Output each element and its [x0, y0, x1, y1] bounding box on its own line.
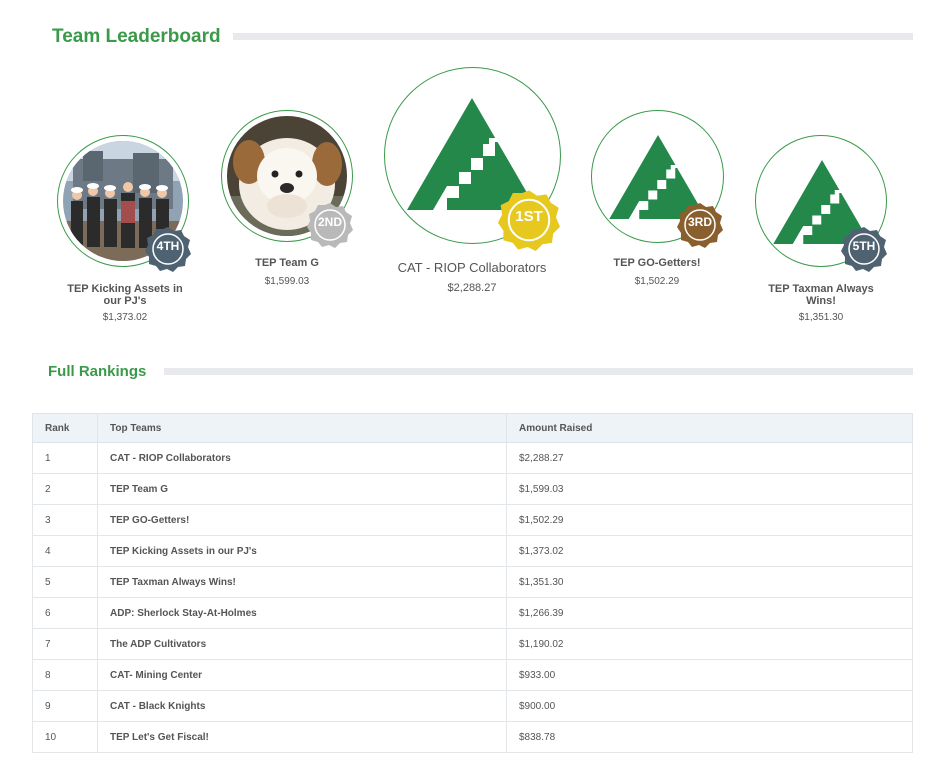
rank-cell: 5: [32, 566, 98, 598]
amount-cell: $1,373.02: [506, 535, 913, 567]
team-name-5th[interactable]: TEP Taxman Always Wins!: [758, 283, 884, 307]
team-name-2nd[interactable]: TEP Team G: [224, 257, 350, 269]
team-cell[interactable]: The ADP Cultivators: [97, 628, 507, 660]
amount-cell: $1,190.02: [506, 628, 913, 660]
team-name-4th[interactable]: TEP Kicking Assets in our PJ's: [62, 283, 188, 307]
rank-cell: 4: [32, 535, 98, 567]
team-name-1st[interactable]: CAT - RIOP Collaborators: [372, 261, 572, 274]
rank-cell: 3: [32, 504, 98, 536]
table-row[interactable]: 3 TEP GO-Getters! $1,502.29: [32, 504, 913, 536]
amount-cell: $900.00: [506, 690, 913, 722]
table-row[interactable]: 7 The ADP Cultivators $1,190.02: [32, 628, 913, 660]
rankings-header-row: Rank Top Teams Amount Raised: [32, 413, 913, 443]
table-row[interactable]: 2 TEP Team G $1,599.03: [32, 473, 913, 505]
rank-badge-4th-label: 4TH: [156, 239, 180, 253]
rank-badge-1st-label: 1ST: [515, 208, 543, 225]
amount-column-header[interactable]: Amount Raised: [506, 413, 913, 443]
table-row[interactable]: 6 ADP: Sherlock Stay-At-Holmes $1,266.39: [32, 597, 913, 629]
table-row[interactable]: 10 TEP Let's Get Fiscal! $838.78: [32, 721, 913, 753]
rankings-title: Full Rankings: [48, 363, 147, 380]
rank-badge-5th-label: 5TH: [852, 239, 876, 253]
team-cell[interactable]: TEP Taxman Always Wins!: [97, 566, 507, 598]
amount-cell: $933.00: [506, 659, 913, 691]
rank-cell: 1: [32, 442, 98, 474]
leaderboard-title: Team Leaderboard: [52, 26, 221, 47]
team-cell[interactable]: TEP Team G: [97, 473, 507, 505]
table-row[interactable]: 9 CAT - Black Knights $900.00: [32, 690, 913, 722]
rank-cell: 10: [32, 721, 98, 753]
team-cell[interactable]: TEP GO-Getters!: [97, 504, 507, 536]
rank-badge-2nd-label: 2ND: [317, 215, 342, 229]
table-row[interactable]: 8 CAT- Mining Center $933.00: [32, 659, 913, 691]
team-cell[interactable]: TEP Let's Get Fiscal!: [97, 721, 507, 753]
table-row[interactable]: 5 TEP Taxman Always Wins! $1,351.30: [32, 566, 913, 598]
rank-cell: 6: [32, 597, 98, 629]
table-row[interactable]: 1 CAT - RIOP Collaborators $2,288.27: [32, 442, 913, 474]
amount-cell: $838.78: [506, 721, 913, 753]
team-amount-1st: $2,288.27: [447, 282, 497, 294]
team-cell[interactable]: CAT- Mining Center: [97, 659, 507, 691]
rank-cell: 8: [32, 659, 98, 691]
rankings-table: Rank Top Teams Amount Raised 1 CAT - RIO…: [32, 413, 913, 753]
amount-cell: $1,599.03: [506, 473, 913, 505]
amount-cell: $1,502.29: [506, 504, 913, 536]
rank-badge-3rd-label: 3RD: [687, 215, 712, 229]
team-cell[interactable]: ADP: Sherlock Stay-At-Holmes: [97, 597, 507, 629]
team-amount-5th: $1,351.30: [798, 312, 844, 323]
rank-cell: 7: [32, 628, 98, 660]
team-cell[interactable]: CAT - Black Knights: [97, 690, 507, 722]
leaderboard-title-rule: [233, 33, 913, 40]
amount-cell: $1,351.30: [506, 566, 913, 598]
team-amount-4th: $1,373.02: [102, 312, 148, 323]
team-amount-3rd: $1,502.29: [634, 276, 680, 287]
team-name-3rd[interactable]: TEP GO-Getters!: [594, 257, 720, 269]
table-row[interactable]: 4 TEP Kicking Assets in our PJ's $1,373.…: [32, 535, 913, 567]
team-column-header[interactable]: Top Teams: [97, 413, 507, 443]
rank-cell: 9: [32, 690, 98, 722]
team-amount-2nd: $1,599.03: [264, 276, 310, 287]
team-cell[interactable]: TEP Kicking Assets in our PJ's: [97, 535, 507, 567]
team-cell[interactable]: CAT - RIOP Collaborators: [97, 442, 507, 474]
rankings-title-rule: [164, 368, 913, 375]
rank-cell: 2: [32, 473, 98, 505]
amount-cell: $2,288.27: [506, 442, 913, 474]
amount-cell: $1,266.39: [506, 597, 913, 629]
rank-column-header[interactable]: Rank: [32, 413, 98, 443]
